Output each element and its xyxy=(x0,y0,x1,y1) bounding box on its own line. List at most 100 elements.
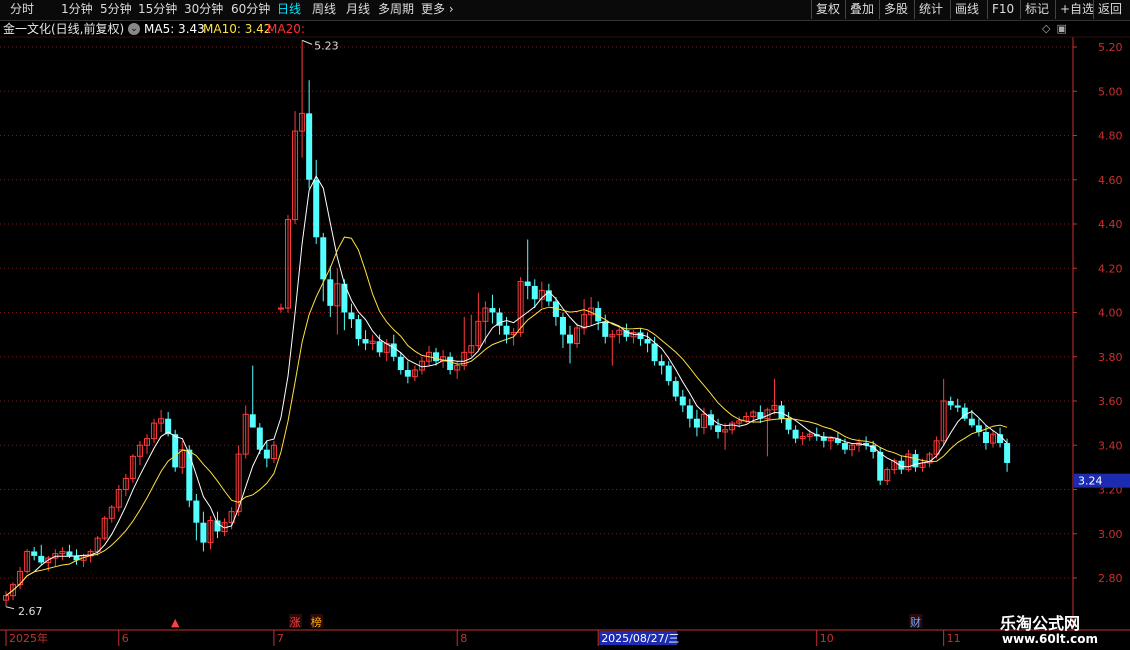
period-tab-label: 月线 xyxy=(346,2,371,16)
candle-body-down[interactable] xyxy=(785,418,792,430)
candle-body-down[interactable] xyxy=(686,405,693,419)
candle-body-down[interactable] xyxy=(602,321,609,337)
toolbar-button-0[interactable]: 复权 xyxy=(811,0,844,19)
chevron-right-icon: › xyxy=(445,2,454,16)
toolbar-button-4[interactable]: 画线 xyxy=(950,0,983,19)
candle-body-down[interactable] xyxy=(186,449,193,501)
candle-body-down[interactable] xyxy=(679,396,686,406)
panel-toggle-icon[interactable]: ▣ xyxy=(1056,22,1066,35)
candle-body-down[interactable] xyxy=(947,401,954,406)
candle-body-down[interactable] xyxy=(792,429,799,439)
toolbar-button-8[interactable]: 返回 xyxy=(1093,0,1126,19)
candle-body-down[interactable] xyxy=(214,520,221,532)
event-marker[interactable]: ▲ xyxy=(171,616,180,629)
candle-body-down[interactable] xyxy=(38,555,45,563)
toolbar-button-2[interactable]: 多股 xyxy=(879,0,912,19)
period-tab-0[interactable]: 分时 xyxy=(10,0,34,19)
candle-body-down[interactable] xyxy=(982,431,989,444)
settings-circle-icon[interactable]: ⌄ xyxy=(128,23,140,35)
candle-body-down[interactable] xyxy=(327,279,334,306)
event-marker[interactable]: 涨 xyxy=(290,616,301,629)
period-tab-label: 15分钟 xyxy=(138,2,178,16)
candle-body-down[interactable] xyxy=(644,339,651,344)
candle-body-down[interactable] xyxy=(623,330,630,337)
period-tab-label: 多周期 xyxy=(378,2,415,16)
candle-body-down[interactable] xyxy=(172,434,179,468)
candle-body-down[interactable] xyxy=(404,370,411,377)
candle-body-down[interactable] xyxy=(531,285,538,300)
y-tick-label: 2.80 xyxy=(1098,572,1123,585)
candle-body-down[interactable] xyxy=(256,427,263,450)
period-tab-label: 30分钟 xyxy=(184,2,224,16)
toolbar-button-3[interactable]: 统计 xyxy=(914,0,947,19)
candle-body-down[interactable] xyxy=(263,449,270,459)
y-tick-label: 5.00 xyxy=(1098,85,1123,98)
candle-body-down[interactable] xyxy=(1004,443,1011,463)
candle-body-down[interactable] xyxy=(66,551,73,556)
candle-body-down[interactable] xyxy=(249,414,256,428)
y-tick-label: 3.60 xyxy=(1098,395,1123,408)
period-tab-9[interactable]: 多周期 xyxy=(378,0,414,19)
x-tick-label: 10 xyxy=(820,632,834,645)
period-tab-6[interactable]: 日线 xyxy=(277,0,301,19)
toolbar-button-6[interactable]: 标记 xyxy=(1020,0,1053,19)
toolbar-button-7[interactable]: +自选 xyxy=(1055,0,1098,19)
toolbar-button-1[interactable]: 叠加 xyxy=(845,0,878,19)
event-marker[interactable]: 财 xyxy=(910,615,921,629)
period-tab-3[interactable]: 15分钟 xyxy=(138,0,177,19)
period-tab-10[interactable]: 更多 › xyxy=(421,0,454,19)
candle-body-down[interactable] xyxy=(524,281,531,286)
period-tab-label: 更多 xyxy=(421,2,446,16)
event-marker[interactable]: 榜 xyxy=(311,615,322,629)
candle-body-down[interactable] xyxy=(489,308,496,313)
candle-body-down[interactable] xyxy=(637,332,644,340)
candle-body-down[interactable] xyxy=(651,343,658,362)
candle-body-down[interactable] xyxy=(665,365,672,382)
candle-body-down[interactable] xyxy=(320,237,327,280)
current-price-label: 3.24 xyxy=(1078,475,1103,488)
period-tab-2[interactable]: 5分钟 xyxy=(100,0,132,19)
candle-body-down[interactable] xyxy=(778,405,785,419)
ma20-value: MA20: xyxy=(267,22,305,36)
y-tick-label: 3.80 xyxy=(1098,351,1123,364)
candle-body-down[interactable] xyxy=(397,356,404,371)
candle-body-down[interactable] xyxy=(877,451,884,481)
toolbar-button-5[interactable]: F10 xyxy=(987,0,1018,19)
candle-body-down[interactable] xyxy=(200,522,207,543)
candle-body-down[interactable] xyxy=(193,500,200,523)
period-tab-5[interactable]: 60分钟 xyxy=(231,0,270,19)
candlestick-chart[interactable]: 5.20 5.00 4.80 4.60 4.40 4.20 4.00 3.80 3.60 3.40… xyxy=(0,0,1130,650)
candle-body-down[interactable] xyxy=(348,312,355,320)
candle-body-down[interactable] xyxy=(355,319,362,340)
candle-body-down[interactable] xyxy=(954,405,961,408)
candle-body-down[interactable] xyxy=(433,352,440,362)
period-tab-4[interactable]: 30分钟 xyxy=(184,0,223,19)
candle-body-down[interactable] xyxy=(313,179,320,238)
candle-body-down[interactable] xyxy=(715,425,722,432)
high-price-label: 5.23 xyxy=(314,39,339,52)
candle-body-down[interactable] xyxy=(658,361,665,366)
period-tab-7[interactable]: 周线 xyxy=(312,0,336,19)
candle-body-down[interactable] xyxy=(693,418,700,428)
y-tick-label: 3.40 xyxy=(1098,439,1123,452)
candle-body-down[interactable] xyxy=(31,551,38,556)
low-pointer xyxy=(5,606,15,610)
period-tab-label: 5分钟 xyxy=(100,2,132,16)
period-toolbar: 分时 1分钟 5分钟 15分钟 30分钟 60分钟 日线 周线 月线 多周期 更多 › 复权 叠加 多股统… xyxy=(0,0,1130,21)
period-tab-1[interactable]: 1分钟 xyxy=(61,0,93,19)
candle-body-down[interactable] xyxy=(841,443,848,450)
candle-body-down[interactable] xyxy=(376,341,383,353)
candle-body-up[interactable] xyxy=(277,307,284,310)
candle-body-down[interactable] xyxy=(306,113,313,180)
candle-body-down[interactable] xyxy=(567,334,573,344)
candle-body-down[interactable] xyxy=(362,339,369,344)
candle-body-down[interactable] xyxy=(447,356,454,371)
stock-name: 金一文化(日线,前复权) xyxy=(3,22,125,36)
diamond-icon[interactable]: ◇ xyxy=(1042,22,1050,35)
candle-body-down[interactable] xyxy=(968,418,975,426)
candle-body-down[interactable] xyxy=(503,325,510,335)
candle-body-down[interactable] xyxy=(390,343,397,357)
candle-body-down[interactable] xyxy=(559,316,566,335)
candle-body-down[interactable] xyxy=(672,381,679,397)
period-tab-8[interactable]: 月线 xyxy=(346,0,370,19)
